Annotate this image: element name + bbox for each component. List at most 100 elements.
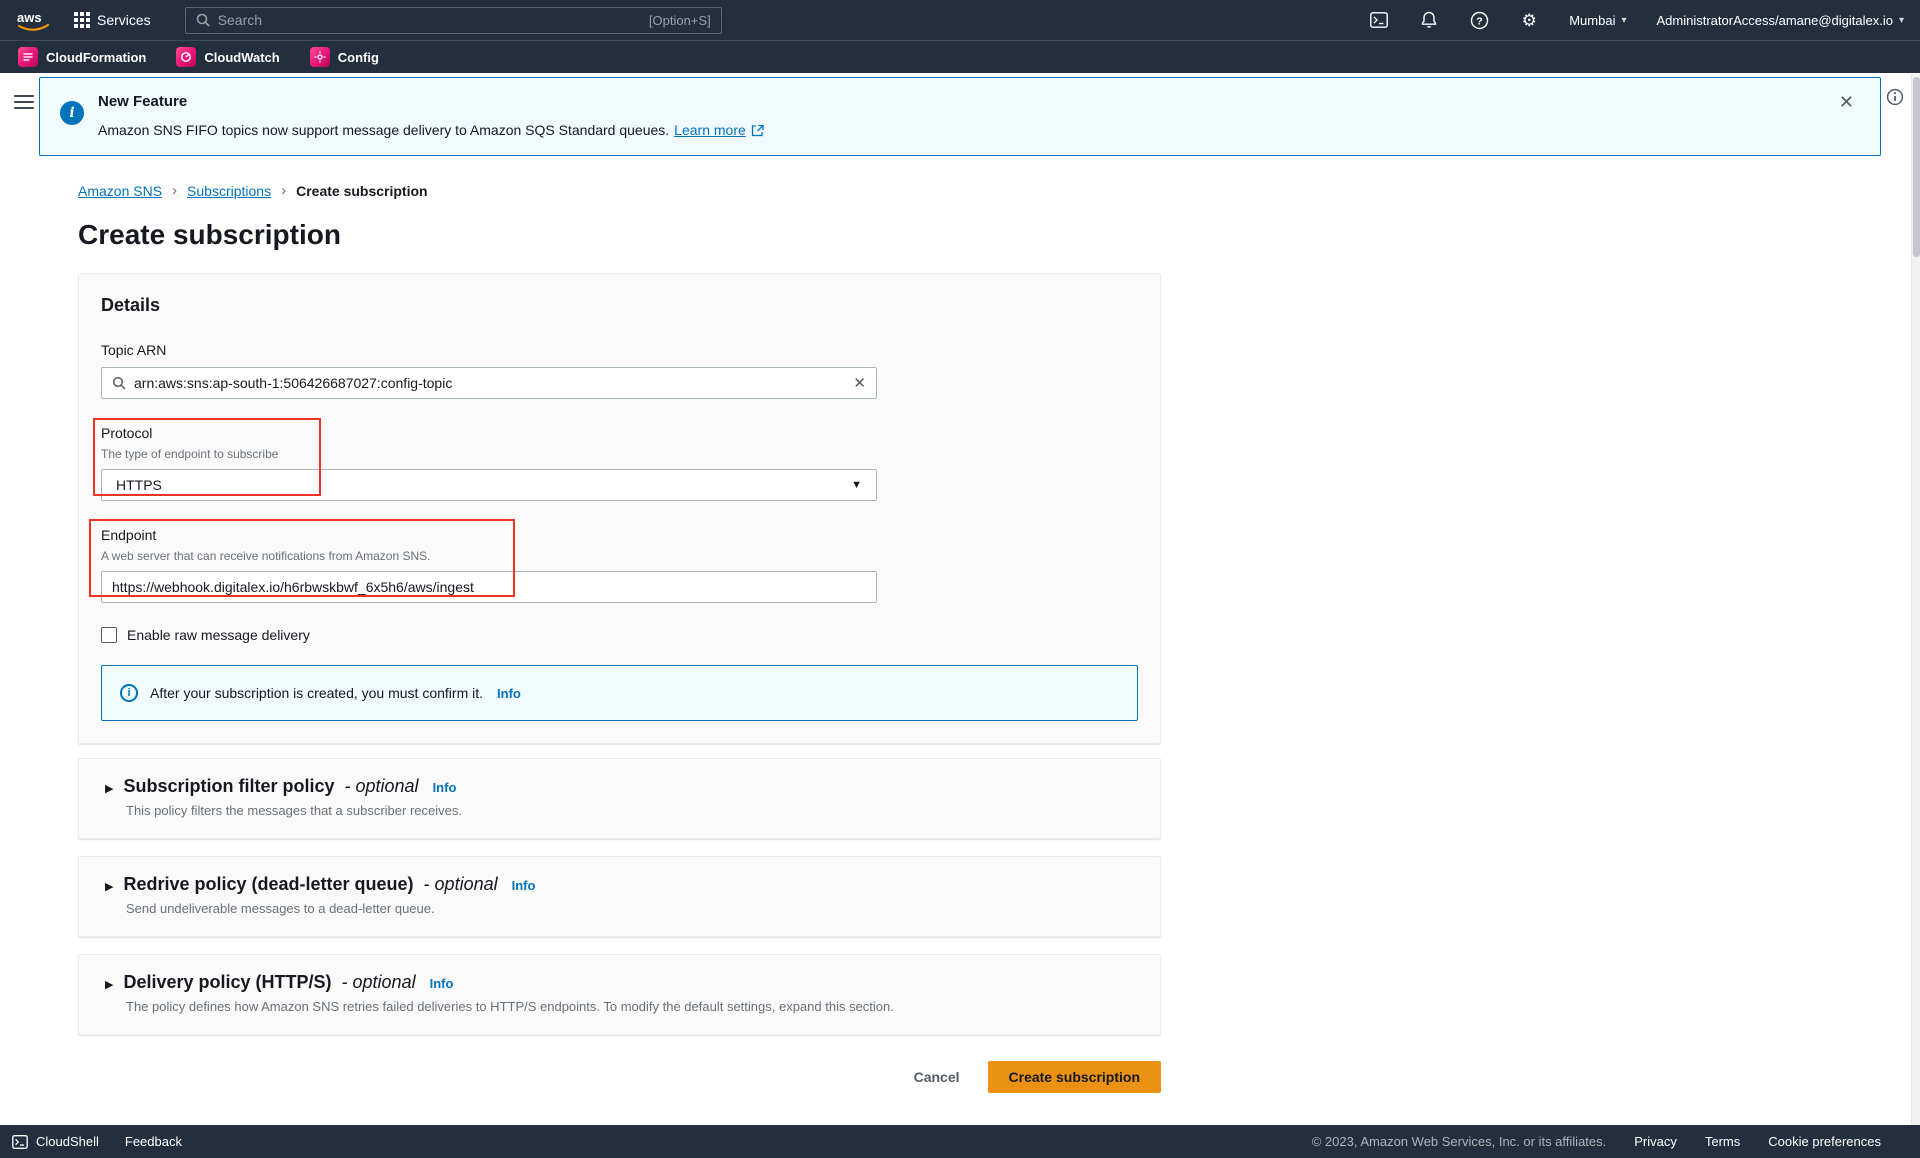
topic-arn-input-wrap: ✕ (101, 367, 877, 399)
breadcrumb: Amazon SNS › Subscriptions › Create subs… (78, 182, 1161, 199)
breadcrumb-amazon-sns[interactable]: Amazon SNS (78, 183, 162, 199)
learn-more-link[interactable]: Learn more (674, 122, 746, 138)
delivery-policy-section: ▶ Delivery policy (HTTP/S) - optional In… (78, 954, 1161, 1035)
cookie-preferences-link[interactable]: Cookie preferences (1768, 1134, 1881, 1149)
section-expander[interactable]: ▶ Redrive policy (dead-letter queue) - o… (105, 874, 1136, 895)
info-circle-icon (1886, 88, 1904, 106)
account-menu[interactable]: AdministratorAccess/amane@digitalex.io ▾ (1657, 13, 1905, 28)
raw-message-delivery-label: Enable raw message delivery (127, 627, 310, 643)
raw-message-delivery-checkbox[interactable] (101, 627, 117, 643)
section-info-link[interactable]: Info (433, 780, 457, 795)
section-expander[interactable]: ▶ Subscription filter policy - optional … (105, 776, 1136, 797)
copyright-text: © 2023, Amazon Web Services, Inc. or its… (1312, 1134, 1607, 1149)
section-optional-tag: - optional (342, 972, 416, 993)
alert-text: After your subscription is created, you … (150, 685, 483, 701)
section-description: This policy filters the messages that a … (126, 803, 1136, 818)
favorite-config[interactable]: Config (310, 47, 379, 67)
protocol-select[interactable]: HTTPS ▼ (101, 469, 877, 501)
services-grid-icon (74, 12, 90, 28)
region-selector[interactable]: Mumbai ▾ (1569, 13, 1626, 28)
cloudshell-terminal-button[interactable] (1369, 10, 1389, 30)
sidebar-toggle-hamburger[interactable] (14, 91, 34, 113)
privacy-link[interactable]: Privacy (1634, 1134, 1677, 1149)
favorite-cloudwatch[interactable]: CloudWatch (176, 47, 279, 67)
cloudwatch-icon (176, 47, 196, 67)
form-actions: Cancel Create subscription (78, 1061, 1161, 1093)
raw-message-delivery-row: Enable raw message delivery (101, 627, 1138, 643)
global-search-input[interactable]: Search [Option+S] (185, 7, 722, 34)
cancel-button[interactable]: Cancel (914, 1069, 960, 1085)
help-panel-info-button[interactable] (1886, 88, 1904, 111)
details-card: Details Topic ARN ✕ Protocol The type of… (78, 273, 1161, 744)
section-expander[interactable]: ▶ Delivery policy (HTTP/S) - optional In… (105, 972, 1136, 993)
search-icon (112, 376, 126, 390)
main-content: i New Feature Amazon SNS FIFO topics now… (0, 77, 1920, 1129)
cloudshell-label: CloudShell (36, 1134, 99, 1149)
close-icon[interactable]: ✕ (1839, 92, 1854, 113)
terminal-icon (1370, 12, 1388, 28)
section-optional-tag: - optional (345, 776, 419, 797)
svg-text:aws: aws (17, 10, 42, 25)
section-optional-tag: - optional (424, 874, 498, 895)
protocol-description: The type of endpoint to subscribe (101, 446, 1138, 462)
banner-message: Amazon SNS FIFO topics now support messa… (98, 122, 669, 138)
breadcrumb-separator-icon: › (172, 182, 177, 199)
bell-icon (1421, 11, 1437, 29)
svg-text:?: ? (1476, 15, 1482, 27)
section-info-link[interactable]: Info (430, 976, 454, 991)
cloudformation-icon (18, 47, 38, 67)
endpoint-input[interactable] (112, 579, 866, 595)
subscription-filter-policy-section: ▶ Subscription filter policy - optional … (78, 758, 1161, 839)
breadcrumb-current: Create subscription (296, 183, 427, 199)
endpoint-label: Endpoint (101, 525, 1138, 545)
footer-cloudshell-button[interactable]: CloudShell (12, 1134, 99, 1149)
notifications-button[interactable] (1419, 10, 1439, 30)
breadcrumb-separator-icon: › (281, 182, 286, 199)
services-label: Services (97, 12, 151, 28)
external-link-icon (751, 124, 764, 137)
topic-arn-label: Topic ARN (101, 340, 1138, 360)
create-subscription-button[interactable]: Create subscription (988, 1061, 1161, 1093)
banner-title: New Feature (98, 93, 764, 110)
expand-arrow-icon: ▶ (105, 880, 113, 893)
scrollbar-track (1911, 74, 1920, 1125)
favorite-cloudformation[interactable]: CloudFormation (18, 47, 146, 67)
topic-arn-field: Topic ARN ✕ (101, 340, 1138, 399)
breadcrumb-subscriptions[interactable]: Subscriptions (187, 183, 271, 199)
cloudshell-icon (12, 1135, 28, 1149)
page-title: Create subscription (78, 217, 1161, 253)
gear-icon: ⚙ (1522, 12, 1537, 29)
info-circle-icon: i (120, 684, 138, 702)
section-title: Redrive policy (dead-letter queue) (123, 874, 413, 895)
confirm-subscription-alert: i After your subscription is created, yo… (101, 665, 1138, 721)
aws-logo[interactable]: aws (16, 8, 52, 32)
endpoint-description: A web server that can receive notificati… (101, 548, 1138, 564)
endpoint-field: Endpoint A web server that can receive n… (101, 525, 1138, 603)
favorite-label: CloudWatch (204, 50, 279, 65)
help-button[interactable]: ? (1469, 10, 1489, 30)
search-shortcut-hint: [Option+S] (649, 13, 711, 28)
chevron-down-icon: ▾ (1899, 15, 1904, 26)
favorite-label: CloudFormation (46, 50, 146, 65)
feedback-button[interactable]: Feedback (125, 1134, 182, 1149)
scrollbar-thumb[interactable] (1913, 77, 1920, 257)
topic-arn-input[interactable] (134, 375, 845, 391)
account-label: AdministratorAccess/amane@digitalex.io (1657, 13, 1893, 28)
protocol-selected-value: HTTPS (116, 477, 162, 493)
search-placeholder: Search (218, 12, 262, 28)
top-navigation: aws Services Search [Option+S] (0, 0, 1920, 40)
section-description: Send undeliverable messages to a dead-le… (126, 901, 1136, 916)
expand-arrow-icon: ▶ (105, 978, 113, 991)
clear-input-icon[interactable]: ✕ (853, 376, 866, 391)
search-icon (196, 13, 210, 27)
settings-button[interactable]: ⚙ (1519, 10, 1539, 30)
alert-info-link[interactable]: Info (497, 686, 521, 701)
protocol-label: Protocol (101, 423, 1138, 443)
region-label: Mumbai (1569, 13, 1615, 28)
redrive-policy-section: ▶ Redrive policy (dead-letter queue) - o… (78, 856, 1161, 937)
protocol-field: Protocol The type of endpoint to subscri… (101, 423, 1138, 501)
services-menu[interactable]: Services (74, 12, 151, 28)
section-title: Subscription filter policy (123, 776, 334, 797)
terms-link[interactable]: Terms (1705, 1134, 1740, 1149)
section-info-link[interactable]: Info (512, 878, 536, 893)
